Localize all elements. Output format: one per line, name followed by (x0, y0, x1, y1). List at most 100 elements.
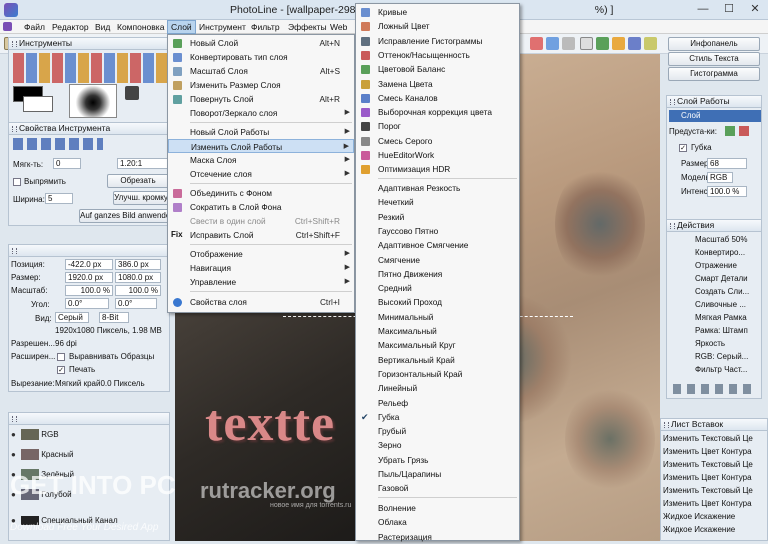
menu-item-merge-one[interactable]: Свести в один слой Ctrl+Shift+R (168, 214, 354, 228)
paste-item[interactable]: Изменить Цвет Контура (663, 446, 765, 459)
view-bits-select[interactable]: 8-Bit (99, 312, 129, 323)
submenu-item[interactable]: Линейный (356, 381, 519, 395)
action-item[interactable]: Создать Сли... (669, 286, 759, 299)
menu-item-change-work-layer[interactable]: Изменить Слой Работы ▶ (168, 139, 354, 154)
paste-item[interactable]: Жидкое Искажение (663, 524, 765, 537)
preset-delete-icon[interactable] (739, 126, 749, 136)
maximize-button[interactable]: ☐ (716, 0, 742, 20)
action-item[interactable]: Сливочные ... (669, 299, 759, 312)
menu-item-new-layer[interactable]: Новый Слой Alt+N (168, 36, 354, 50)
submenu-item[interactable]: Волнение (356, 501, 519, 515)
tab-text-style[interactable]: Стиль Текста (668, 52, 760, 66)
submenu-item[interactable]: Рельеф (356, 396, 519, 410)
menu-layout[interactable]: Компоновка (114, 21, 167, 33)
submenu-item[interactable]: Смесь Серого (356, 134, 519, 148)
tab-infopanel[interactable]: Инфопанель (668, 37, 760, 51)
align-samples-checkbox[interactable] (57, 353, 65, 361)
menu-view[interactable]: Вид (92, 21, 113, 33)
pointer-icon[interactable] (580, 37, 593, 50)
submenu-item[interactable]: Пыль/Царапины (356, 467, 519, 481)
submenu-item[interactable]: Адаптивное Смягчение (356, 238, 519, 252)
model-select[interactable]: RGB (707, 172, 733, 183)
channel-row[interactable]: ● Красный (11, 449, 167, 465)
menu-item-flatten[interactable]: Сократить в Слой Фона (168, 200, 354, 214)
intensity-field[interactable]: 100.0 % (707, 186, 747, 197)
action-item[interactable]: Отражение (669, 260, 759, 273)
submenu-item[interactable]: HueEditorWork (356, 148, 519, 162)
frame-icon[interactable] (546, 37, 559, 50)
submenu-item[interactable]: Пятно Движения (356, 267, 519, 281)
submenu-item[interactable]: Высокий Проход (356, 295, 519, 309)
menu-edit[interactable]: Редактор (49, 21, 92, 33)
menu-filter[interactable]: Фильтр (248, 21, 283, 33)
menu-file[interactable]: Файл (21, 21, 48, 33)
submenu-item[interactable]: Максимальный Круг (356, 338, 519, 352)
submenu-item[interactable]: Смягчение (356, 253, 519, 267)
width-field[interactable]: 5 (45, 193, 73, 204)
menu-web[interactable]: Web (327, 21, 350, 33)
action-item[interactable]: Смарт Детали (669, 273, 759, 286)
submenu-item[interactable]: Порог (356, 119, 519, 133)
submenu-item[interactable]: Оптимизация HDR (356, 162, 519, 176)
crop-button[interactable]: Обрезать (107, 174, 169, 188)
menu-item-layer-clipping[interactable]: Отсечение слоя ▶ (168, 167, 354, 181)
menu-item-scale-layer[interactable]: Масштаб Слоя Alt+S (168, 64, 354, 78)
selection-mode-icons[interactable] (13, 138, 103, 150)
submenu-item[interactable]: Замена Цвета (356, 77, 519, 91)
submenu-item[interactable]: Гауссово Пятно (356, 224, 519, 238)
submenu-item[interactable]: Цветовой Баланс (356, 62, 519, 76)
submenu-item[interactable]: Горизонтальный Край (356, 367, 519, 381)
submenu-item[interactable]: Минимальный (356, 310, 519, 324)
submenu-item[interactable]: Растеризация (356, 530, 519, 544)
menu-layer[interactable]: Слой (167, 20, 196, 34)
submenu-item[interactable]: Убрать Грязь (356, 453, 519, 467)
paste-item[interactable]: Жидкое Искажение (663, 511, 765, 524)
submenu-item[interactable]: Ложный Цвет (356, 19, 519, 33)
menu-item-convert-layer[interactable]: Конвертировать тип слоя (168, 50, 354, 64)
color-icon[interactable] (612, 37, 625, 50)
scale-x-field[interactable]: 100.0 % (65, 285, 113, 296)
menu-item-new-work-layer[interactable]: Новый Слой Работы ▶ (168, 125, 354, 139)
background-color-swatch[interactable] (23, 96, 53, 112)
angle-a-field[interactable]: 0.0° (65, 298, 109, 309)
preset-icon[interactable] (725, 126, 735, 136)
submenu-item[interactable]: Исправление Гистограммы (356, 34, 519, 48)
mask-icon[interactable] (596, 37, 609, 50)
menu-item-management[interactable]: Управление ▶ (168, 275, 354, 289)
submenu-item[interactable]: Оттенок/Насыщенность (356, 48, 519, 62)
submenu-item[interactable]: Кривые (356, 5, 519, 19)
submenu-item[interactable]: Вертикальный Край (356, 353, 519, 367)
channel-icon[interactable] (628, 37, 641, 50)
action-item[interactable]: RGB: Серый... (669, 351, 759, 364)
size-field[interactable]: 68 (707, 158, 747, 169)
hardness-field[interactable]: 0 (53, 158, 81, 169)
submenu-item[interactable]: Адаптивная Резкость (356, 181, 519, 195)
paste-item[interactable]: Изменить Цвет Контура (663, 472, 765, 485)
view-mode-select[interactable]: Серый (55, 312, 89, 323)
menu-item-layer-mask[interactable]: Маска Слоя ▶ (168, 153, 354, 167)
improve-edge-button[interactable]: Улучш. кромку (113, 191, 169, 205)
close-button[interactable]: ✕ (742, 0, 768, 20)
layer-row[interactable]: Слой (669, 110, 761, 122)
paste-item[interactable]: Изменить Цвет Контура (663, 498, 765, 511)
submenu-item[interactable]: Газовой (356, 481, 519, 495)
brush-preview[interactable] (69, 84, 117, 118)
submenu-item-checked[interactable]: ✔ Губка (356, 410, 519, 424)
position-x-field[interactable]: -422.0 px (65, 259, 113, 270)
straighten-checkbox[interactable] (13, 178, 21, 186)
action-item[interactable]: Фильтр Част... (669, 364, 759, 377)
canvas-text-layer[interactable]: textte (205, 394, 335, 453)
menu-item-merge-background[interactable]: Объединить с Фоном (168, 186, 354, 200)
zoom-icon[interactable] (530, 37, 543, 50)
action-item[interactable]: Масштаб 50% (669, 234, 759, 247)
ratio-select[interactable]: 1.20:1 (117, 158, 169, 169)
menu-item-rotate-mirror[interactable]: Поворот/Зеркало слоя ▶ (168, 106, 354, 120)
size-x-field[interactable]: 1920.0 px (65, 272, 113, 283)
menu-item-fix-layer[interactable]: Fix Исправить Слой Ctrl+Shift+F (168, 228, 354, 242)
submenu-item[interactable]: Максимальный (356, 324, 519, 338)
menu-item-display[interactable]: Отображение ▶ (168, 247, 354, 261)
submenu-item[interactable]: Зерно (356, 438, 519, 452)
guide-icon[interactable] (562, 37, 575, 50)
minimize-button[interactable]: — (690, 0, 716, 20)
size-y-field[interactable]: 1080.0 px (115, 272, 161, 283)
